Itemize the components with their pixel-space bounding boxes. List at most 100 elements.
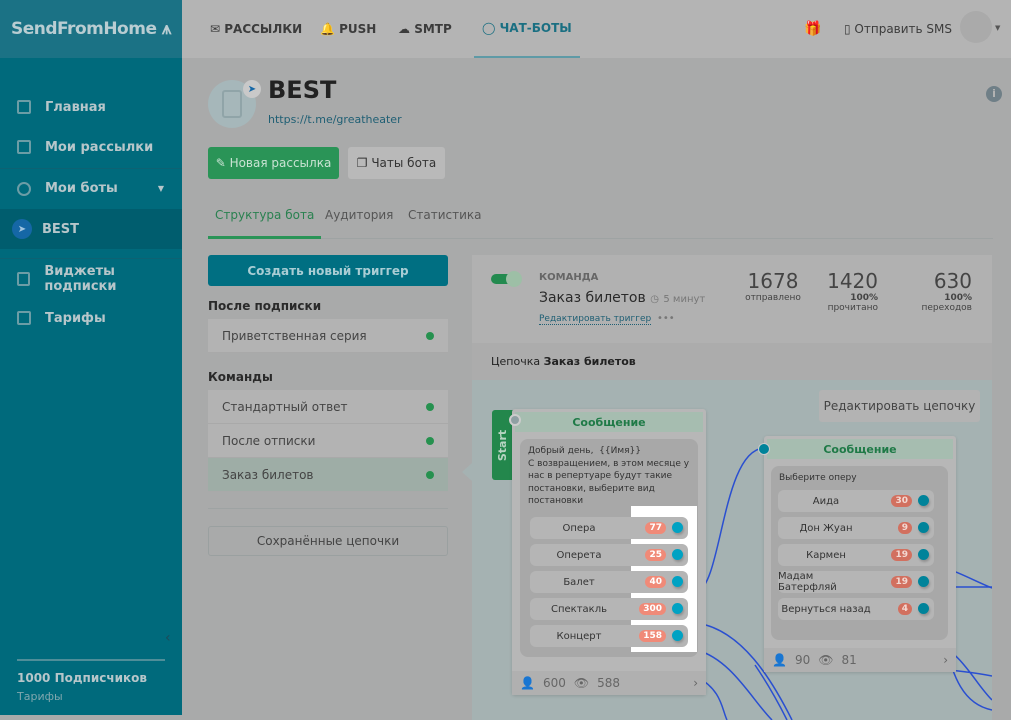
gift-icon[interactable]: 🎁: [804, 0, 821, 58]
tab-chatbots[interactable]: ◯ ЧАТ-БОТЫ: [474, 0, 580, 58]
sidebar-item-widgets[interactable]: Виджеты подписки: [0, 258, 182, 298]
label: SMTP: [414, 22, 452, 36]
sidebar-item-tariffs[interactable]: Тарифы: [0, 298, 182, 338]
label: BEST: [42, 221, 80, 237]
stat-clicks: 630 100% переходов: [921, 269, 972, 313]
label: Заказ билетов: [222, 467, 314, 482]
command-card: КОМАНДА Заказ билетов ◷ 5 минут Редактир…: [472, 255, 992, 380]
output-port[interactable]: [918, 522, 929, 533]
label: Отправить SMS: [854, 22, 953, 36]
logo[interactable]: SendFromHome ⩚: [0, 0, 182, 58]
bot-link[interactable]: https://t.me/greatheater: [268, 113, 402, 126]
label: Кармен: [806, 549, 846, 561]
label: ЧАТ-БОТЫ: [499, 21, 572, 35]
active-toggle[interactable]: [491, 271, 522, 287]
click-count-badge: 40: [645, 576, 666, 588]
create-trigger-button[interactable]: Создать новый триггер: [208, 255, 448, 286]
users-count: 600: [542, 676, 566, 690]
output-port[interactable]: [672, 576, 683, 587]
label: Опера: [562, 522, 596, 534]
status-dot: [426, 402, 434, 411]
edit-chain-button[interactable]: Редактировать цепочку: [819, 390, 980, 422]
inbox-icon: [17, 140, 31, 154]
telegram-icon: ➤: [12, 219, 32, 239]
tabs-divider: [208, 238, 993, 239]
output-port[interactable]: [672, 522, 683, 533]
trigger-item[interactable]: Стандартный ответ: [208, 390, 448, 424]
label: Виджеты подписки: [44, 263, 117, 294]
tab-smtp[interactable]: ☁ SMTP: [398, 0, 452, 58]
chevron-right-icon[interactable]: ›: [693, 676, 698, 690]
bot-chats-button[interactable]: ❐ Чаты бота: [348, 147, 445, 179]
click-count-badge: 4: [897, 603, 912, 615]
home-icon: [17, 100, 31, 114]
tab-statistics[interactable]: Статистика: [408, 208, 482, 222]
more-icon[interactable]: •••: [657, 313, 675, 324]
label: Стандартный ответ: [222, 399, 348, 414]
label: После отписки: [222, 433, 316, 448]
tab-push[interactable]: 🔔 PUSH: [320, 0, 376, 58]
tab-structure[interactable]: Структура бота: [208, 208, 322, 239]
bell-icon: 🔔: [320, 22, 340, 36]
sidebar-item-bots[interactable]: Мои боты ▼: [0, 168, 182, 208]
output-port[interactable]: [672, 603, 683, 614]
tab-audience[interactable]: Аудитория: [325, 208, 393, 222]
status-dot: [426, 470, 434, 479]
click-count-badge: 25: [645, 549, 666, 561]
widget-icon: [17, 271, 31, 286]
status-dot: [426, 331, 434, 340]
output-port[interactable]: [672, 549, 683, 560]
caret-down-icon: ▼: [157, 184, 164, 193]
edit-trigger-link[interactable]: Редактировать триггер: [539, 314, 652, 325]
status-dot: [426, 436, 434, 445]
output-port[interactable]: [918, 576, 929, 587]
chain-canvas[interactable]: Редактировать цепочку Start Сообщение До…: [472, 380, 992, 720]
after-sub-list: Приветственная серия: [208, 319, 448, 353]
wallet-icon: [17, 311, 31, 325]
click-count-badge: 77: [645, 522, 666, 534]
info-icon[interactable]: i: [986, 86, 1002, 102]
saved-chains-button[interactable]: Сохранённые цепочки: [208, 526, 448, 556]
label: Новая рассылка: [229, 156, 332, 170]
commands-list: Стандартный ответ После отписки Заказ би…: [208, 390, 448, 492]
sidebar-item-mailings[interactable]: Мои рассылки: [0, 127, 182, 167]
input-port[interactable]: [509, 414, 521, 426]
send-sms-button[interactable]: ▯ Отправить SMS: [844, 0, 952, 58]
views-count: 588: [597, 676, 620, 690]
label: Аида: [812, 495, 840, 507]
label: Приветственная серия: [222, 328, 367, 343]
logo-text: SendFromHome: [10, 19, 157, 39]
user-icon: 👤: [772, 653, 787, 667]
output-port[interactable]: [672, 630, 683, 641]
trigger-item-active[interactable]: Заказ билетов: [208, 458, 448, 492]
trigger-item[interactable]: После отписки: [208, 424, 448, 458]
robot-icon: [222, 90, 242, 118]
output-port[interactable]: [918, 495, 929, 506]
collapse-icon[interactable]: ‹: [165, 630, 171, 646]
divider: [17, 659, 165, 661]
caret-down-icon[interactable]: ▼: [995, 24, 1000, 32]
logo-icon: ⩚: [156, 19, 172, 39]
new-mailing-button[interactable]: ✎ Новая рассылка: [208, 147, 339, 179]
output-port[interactable]: [918, 603, 929, 614]
label: Оперета: [556, 549, 602, 561]
phone-icon: ▯: [844, 22, 855, 36]
chats-icon: ❐: [356, 156, 372, 170]
clock-icon: ◷: [650, 294, 659, 305]
output-port[interactable]: [918, 549, 929, 560]
top-header: ✉ РАССЫЛКИ 🔔 PUSH ☁ SMTP ◯ ЧАТ-БОТЫ 🎁 ▯ …: [182, 0, 1011, 58]
input-port[interactable]: [758, 443, 770, 455]
trigger-item[interactable]: Приветственная серия: [208, 319, 448, 353]
label: Балет: [563, 576, 595, 588]
chevron-right-icon[interactable]: ›: [943, 653, 948, 667]
sidebar-item-home[interactable]: Главная: [0, 87, 182, 127]
tariffs-link[interactable]: Тарифы: [17, 690, 63, 703]
sidebar: SendFromHome ⩚ Главная Мои рассылки Мои …: [0, 0, 182, 715]
sidebar-item-best[interactable]: ➤ BEST: [0, 209, 182, 249]
node-title: Сообщение: [515, 412, 703, 432]
delay: 5 минут: [663, 294, 706, 305]
label: Дон Жуан: [799, 522, 853, 534]
tab-mailings[interactable]: ✉ РАССЫЛКИ: [210, 0, 302, 58]
avatar[interactable]: [960, 11, 992, 43]
label: Чаты бота: [371, 156, 437, 170]
